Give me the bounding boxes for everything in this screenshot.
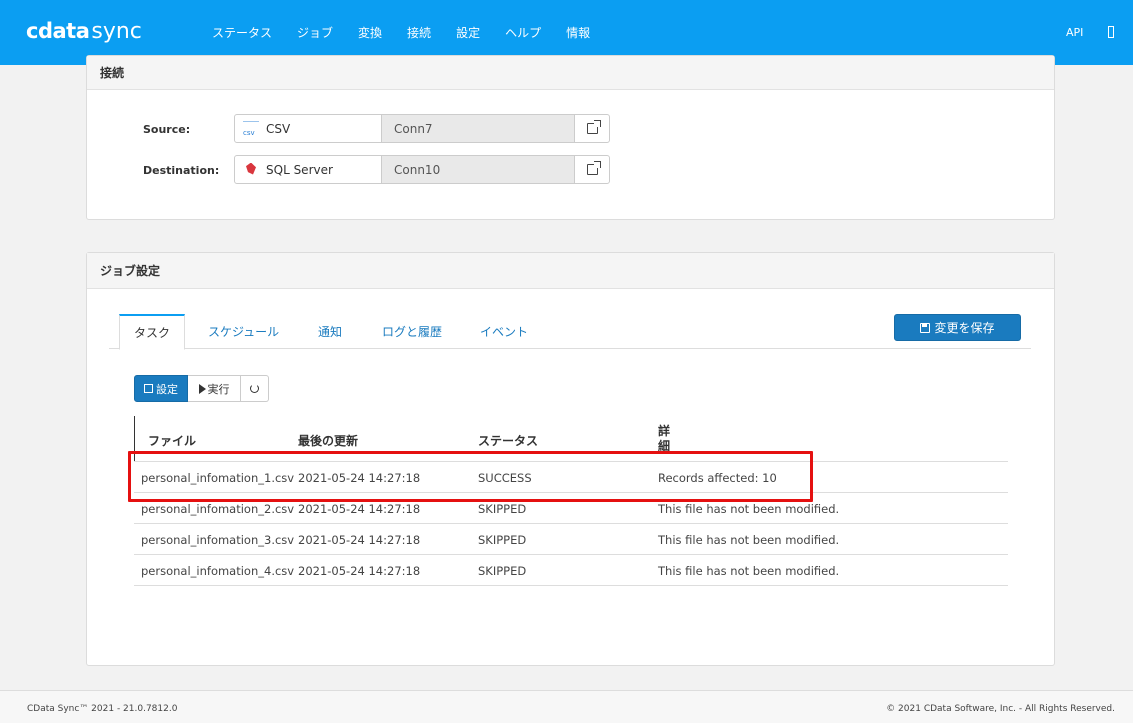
destination-connection-group: SQL Server Conn10	[234, 155, 610, 184]
play-icon	[198, 383, 206, 394]
nav-item-info[interactable]: 情報	[566, 24, 590, 41]
nav-item-transform[interactable]: 変換	[358, 24, 382, 41]
cdata-sync-logo[interactable]: cdata sync	[26, 14, 142, 48]
destination-label: Destination:	[143, 164, 220, 177]
source-label: Source:	[143, 123, 191, 136]
run-label: 実行	[207, 382, 230, 396]
table-row[interactable]: personal_infomation_4.csv 2021-05-24 14:…	[134, 555, 1008, 586]
table-header: ファイル 最後の更新 ステータス 詳 細	[134, 416, 1008, 462]
user-menu-icon[interactable]	[1108, 26, 1114, 38]
source-connection-name: Conn7	[382, 115, 575, 142]
cell-file: personal_infomation_3.csv	[141, 533, 295, 547]
sql-server-icon	[243, 161, 259, 179]
source-open-button[interactable]	[575, 115, 609, 142]
column-header-status[interactable]: ステータス	[478, 432, 538, 449]
csv-icon: csv	[243, 120, 259, 137]
save-changes-label: 変更を保存	[934, 321, 995, 335]
table-row[interactable]: personal_infomation_3.csv 2021-05-24 14:…	[134, 524, 1008, 555]
cell-status: SKIPPED	[478, 502, 527, 516]
cell-status: SKIPPED	[478, 533, 527, 547]
destination-connection-name: Conn10	[382, 156, 575, 183]
task-settings-button[interactable]: 設定	[134, 375, 188, 402]
nav-item-jobs[interactable]: ジョブ	[297, 24, 333, 41]
footer-copyright: © 2021 CData Software, Inc. - All Rights…	[886, 704, 1115, 714]
nav-item-settings[interactable]: 設定	[456, 24, 480, 41]
tab-tasks[interactable]: タスク	[119, 314, 186, 350]
job-tabs: タスク スケジュール 通知 ログと履歴 イベント	[109, 311, 1031, 350]
cell-details: This file has not been modified.	[658, 502, 840, 516]
floppy-disk-icon	[920, 322, 931, 333]
source-type: csv CSV	[235, 115, 382, 142]
nav-item-status[interactable]: ステータス	[212, 24, 272, 41]
column-header-details[interactable]: 詳 細	[658, 424, 672, 454]
run-button[interactable]: 実行	[188, 375, 241, 402]
tab-notifications[interactable]: 通知	[318, 314, 342, 349]
footer-version: CData Sync™ 2021 - 21.0.7812.0	[27, 704, 178, 714]
cell-details: This file has not been modified.	[658, 564, 840, 578]
cell-file: personal_infomation_1.csv	[141, 471, 295, 485]
nav-item-help[interactable]: ヘルプ	[505, 24, 541, 41]
cell-last-updated: 2021-05-24 14:27:18	[298, 502, 421, 516]
job-settings-title: ジョブ設定	[87, 253, 1054, 289]
source-connection-group: csv CSV Conn7	[234, 114, 610, 143]
task-table: ファイル 最後の更新 ステータス 詳 細 personal_infomation…	[134, 416, 1008, 586]
nav-item-connections[interactable]: 接続	[407, 24, 431, 41]
refresh-button[interactable]	[241, 375, 269, 402]
tab-logs-history[interactable]: ログと履歴	[382, 314, 442, 349]
external-link-icon	[586, 161, 601, 175]
destination-open-button[interactable]	[575, 156, 609, 183]
api-link[interactable]: API	[1066, 26, 1083, 39]
column-header-last-updated[interactable]: 最後の更新	[298, 432, 358, 449]
logo-main-text: cdata	[26, 19, 90, 43]
cell-last-updated: 2021-05-24 14:27:18	[298, 533, 421, 547]
table-row[interactable]: personal_infomation_1.csv 2021-05-24 14:…	[134, 462, 1008, 493]
cell-file: personal_infomation_4.csv	[141, 564, 295, 578]
tab-events[interactable]: イベント	[480, 314, 528, 349]
column-header-file[interactable]: ファイル	[148, 432, 196, 449]
cell-details: This file has not been modified.	[658, 533, 840, 547]
connection-panel-title: 接続	[87, 56, 1054, 90]
edit-icon	[144, 384, 153, 393]
cell-last-updated: 2021-05-24 14:27:18	[298, 471, 421, 485]
cell-status: SUCCESS	[478, 471, 532, 485]
source-type-label: CSV	[266, 121, 291, 136]
task-settings-label: 設定	[156, 382, 178, 396]
save-changes-button[interactable]: 変更を保存	[894, 314, 1021, 341]
table-row[interactable]: personal_infomation_2.csv 2021-05-24 14:…	[134, 493, 1008, 524]
refresh-icon	[250, 384, 259, 393]
cell-last-updated: 2021-05-24 14:27:18	[298, 564, 421, 578]
job-settings-panel: ジョブ設定 タスク スケジュール 通知 ログと履歴 イベント 変更を保存 設定 …	[86, 252, 1055, 666]
destination-type-label: SQL Server	[266, 162, 333, 177]
cell-file: personal_infomation_2.csv	[141, 502, 295, 516]
connection-panel: 接続 Source: csv CSV Conn7 Destination: SQ…	[86, 55, 1055, 220]
cell-status: SKIPPED	[478, 564, 527, 578]
destination-type: SQL Server	[235, 156, 382, 183]
logo-sub-text: sync	[91, 18, 142, 44]
external-link-icon	[586, 120, 601, 134]
task-toolbar: 設定 実行	[134, 375, 269, 402]
footer: CData Sync™ 2021 - 21.0.7812.0 © 2021 CD…	[0, 690, 1133, 723]
tab-schedule[interactable]: スケジュール	[208, 314, 279, 349]
cell-details: Records affected: 10	[658, 471, 777, 485]
